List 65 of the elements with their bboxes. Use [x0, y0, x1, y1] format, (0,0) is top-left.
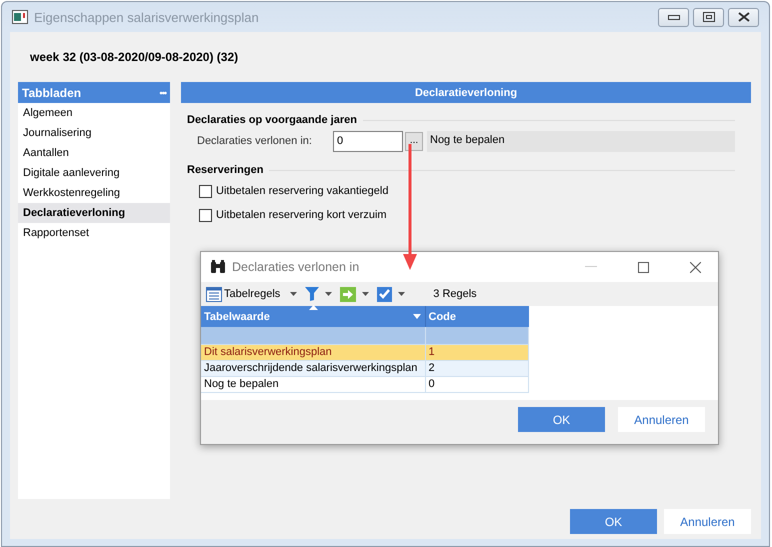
arrow-icon [340, 286, 356, 302]
period-heading: week 32 (03-08-2020/09-08-2020) (32) [29, 50, 240, 66]
table-cell: Jaaroverschrijdende salarisverwerkingsplan [201, 360, 425, 376]
caret-icon [362, 292, 370, 296]
caret-icon[interactable] [412, 314, 420, 319]
section-title: Declaraties op voorgaande jaren [187, 114, 357, 126]
checkbox-label[interactable]: Uitbetalen reservering vakantiegeld [216, 185, 388, 197]
section-title: Reserveringen [187, 164, 264, 176]
table-cell: 0 [425, 376, 528, 392]
checkmark-icon [377, 286, 392, 302]
filter-cell[interactable] [201, 327, 425, 344]
browse-button[interactable]: ... [405, 132, 423, 150]
minimize-icon [585, 266, 597, 268]
close-icon [690, 262, 700, 272]
app-icon [12, 10, 28, 24]
export-dropdown[interactable] [340, 286, 370, 302]
minimize-icon [668, 14, 680, 20]
checkbox[interactable] [199, 184, 212, 198]
sidebar-item[interactable]: Rapportenset [18, 223, 170, 243]
filter-cell[interactable] [425, 327, 528, 344]
cancel-button[interactable]: Annuleren [618, 407, 705, 432]
sidebar-item[interactable]: Journalisering [18, 123, 170, 143]
ok-button[interactable]: OK [518, 407, 605, 432]
sidebar-item[interactable]: Digitale aanlevering [18, 163, 170, 183]
table-cell: Nog te bepalen [201, 376, 425, 392]
table-icon [206, 286, 222, 302]
caret-icon [290, 292, 298, 296]
field-label: Declaraties verlonen in: [197, 135, 313, 147]
table-rows-dropdown[interactable]: Tabelregels [206, 286, 298, 302]
caret-icon [398, 292, 406, 296]
table-row[interactable]: Nog te bepalen 0 [201, 376, 528, 392]
more-button[interactable]: ••• [160, 88, 166, 98]
cancel-button[interactable]: Annuleren [664, 509, 751, 534]
input-field[interactable]: 0 [333, 130, 403, 152]
caret-icon [325, 292, 332, 296]
ok-button[interactable]: OK [570, 509, 657, 534]
table-cell: Dit salarisverwerkingsplan [201, 344, 425, 360]
window-title: Eigenschappen salarisverwerkingsplan [34, 10, 260, 24]
table-row[interactable]: Dit salarisverwerkingsplan 1 [201, 344, 528, 360]
column-header[interactable]: Code [425, 306, 528, 327]
sidebar-title: Tabbladen [22, 86, 82, 100]
checkbox-label[interactable]: Uitbetalen reservering kort verzuim [216, 209, 387, 221]
maximize-icon [702, 12, 714, 22]
table-cell: 2 [425, 360, 528, 376]
dialog-title: Declaraties verlonen in [232, 260, 360, 274]
description-field: Nog te bepalen [427, 130, 735, 152]
check-dropdown[interactable] [377, 286, 406, 302]
table-row[interactable]: Jaaroverschrijdende salarisverwerkingsplan 2 [201, 360, 528, 376]
sidebar-item[interactable]: Aantallen [18, 143, 170, 163]
column-header[interactable]: Tabelwaarde [201, 306, 425, 327]
binoculars-icon [210, 260, 226, 274]
maximize-button[interactable] [693, 8, 724, 26]
close-icon [738, 12, 750, 22]
checkbox[interactable] [199, 208, 212, 222]
minimize-button[interactable] [658, 8, 689, 26]
sidebar-item[interactable]: Werkkostenregeling [18, 183, 170, 203]
row-count: 3 Regels [433, 288, 477, 300]
filter-dropdown[interactable] [305, 287, 332, 301]
sidebar-item[interactable]: Declaratieverloning [18, 203, 170, 223]
sidebar-item[interactable]: Algemeen [18, 103, 170, 123]
filter-icon [305, 287, 320, 301]
close-button[interactable] [728, 8, 759, 26]
panel-title: Declaratieverloning [181, 82, 751, 103]
maximize-icon [638, 262, 648, 272]
table-cell: 1 [425, 344, 528, 360]
